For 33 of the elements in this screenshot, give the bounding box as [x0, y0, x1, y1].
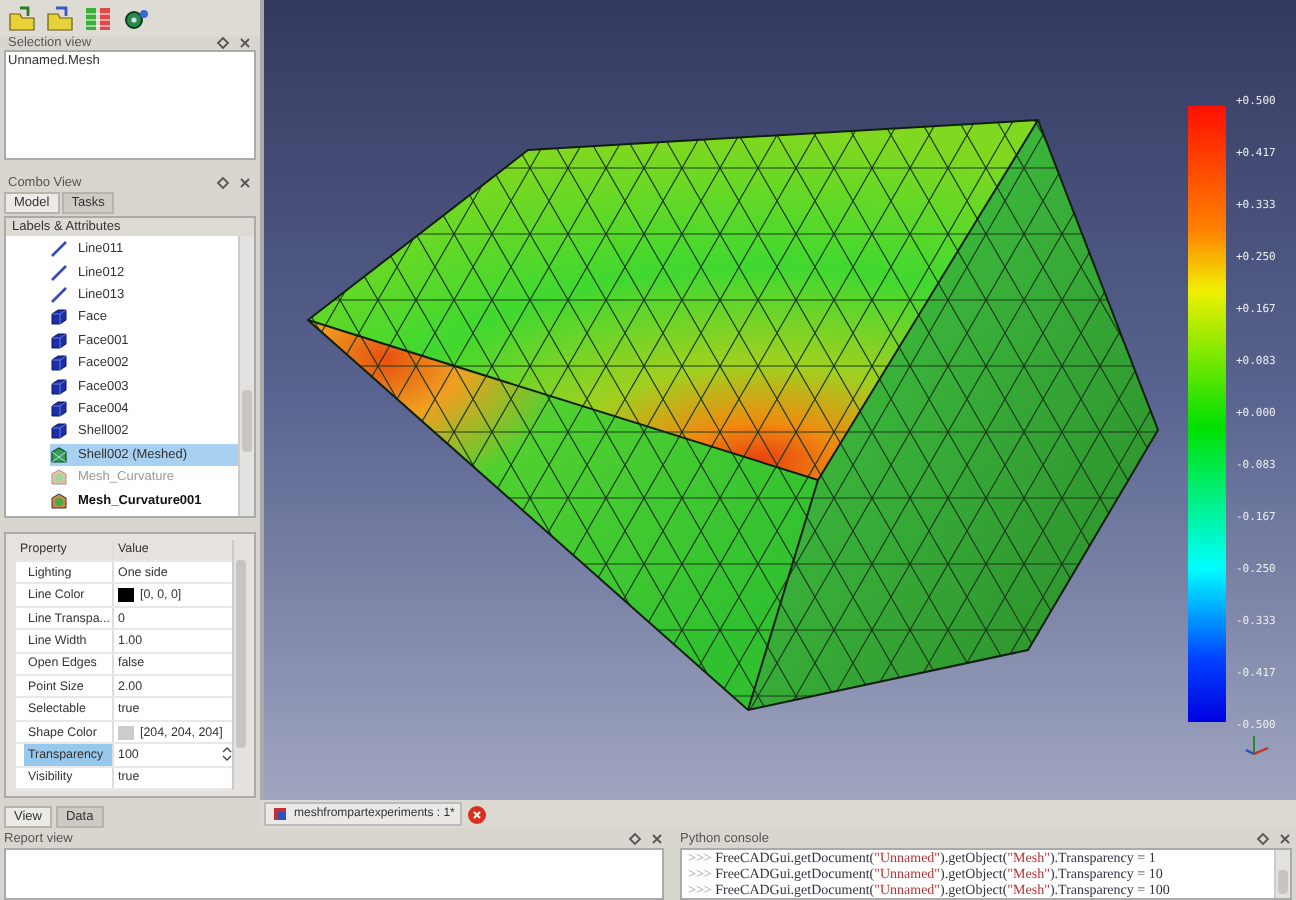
spreadsheet-icon[interactable] — [84, 5, 112, 31]
spin-arrows-icon[interactable] — [222, 746, 232, 763]
cube-icon — [50, 331, 68, 350]
cube-icon — [50, 422, 68, 441]
float-icon[interactable] — [628, 831, 642, 845]
cube-icon — [50, 308, 68, 327]
close-icon[interactable] — [1278, 831, 1292, 845]
mesh-icon — [50, 445, 68, 464]
cube-icon — [50, 354, 68, 373]
scrollbar[interactable] — [1274, 850, 1290, 898]
float-icon[interactable] — [216, 36, 230, 50]
document-icon — [272, 806, 288, 822]
close-icon[interactable] — [468, 805, 487, 823]
close-icon[interactable] — [238, 36, 252, 50]
folder-icon[interactable] — [46, 5, 74, 31]
line-icon — [50, 263, 68, 282]
cube-icon — [50, 399, 68, 418]
close-icon[interactable] — [650, 831, 664, 845]
axis-icon — [1244, 732, 1272, 756]
float-icon[interactable] — [1256, 831, 1270, 845]
mesh-icon — [50, 491, 68, 509]
mesh-icon — [50, 468, 68, 487]
color-swatch[interactable] — [118, 588, 134, 603]
scrollbar[interactable] — [238, 236, 254, 516]
folder-icon[interactable] — [8, 5, 36, 31]
cube-icon — [50, 377, 68, 396]
close-icon[interactable] — [238, 176, 252, 191]
scrollbar[interactable] — [232, 539, 248, 790]
color-swatch[interactable] — [118, 725, 134, 740]
line-icon — [50, 285, 68, 304]
mesh-drawing[interactable] — [306, 118, 1160, 712]
line-icon — [50, 240, 68, 259]
float-icon[interactable] — [216, 176, 230, 191]
